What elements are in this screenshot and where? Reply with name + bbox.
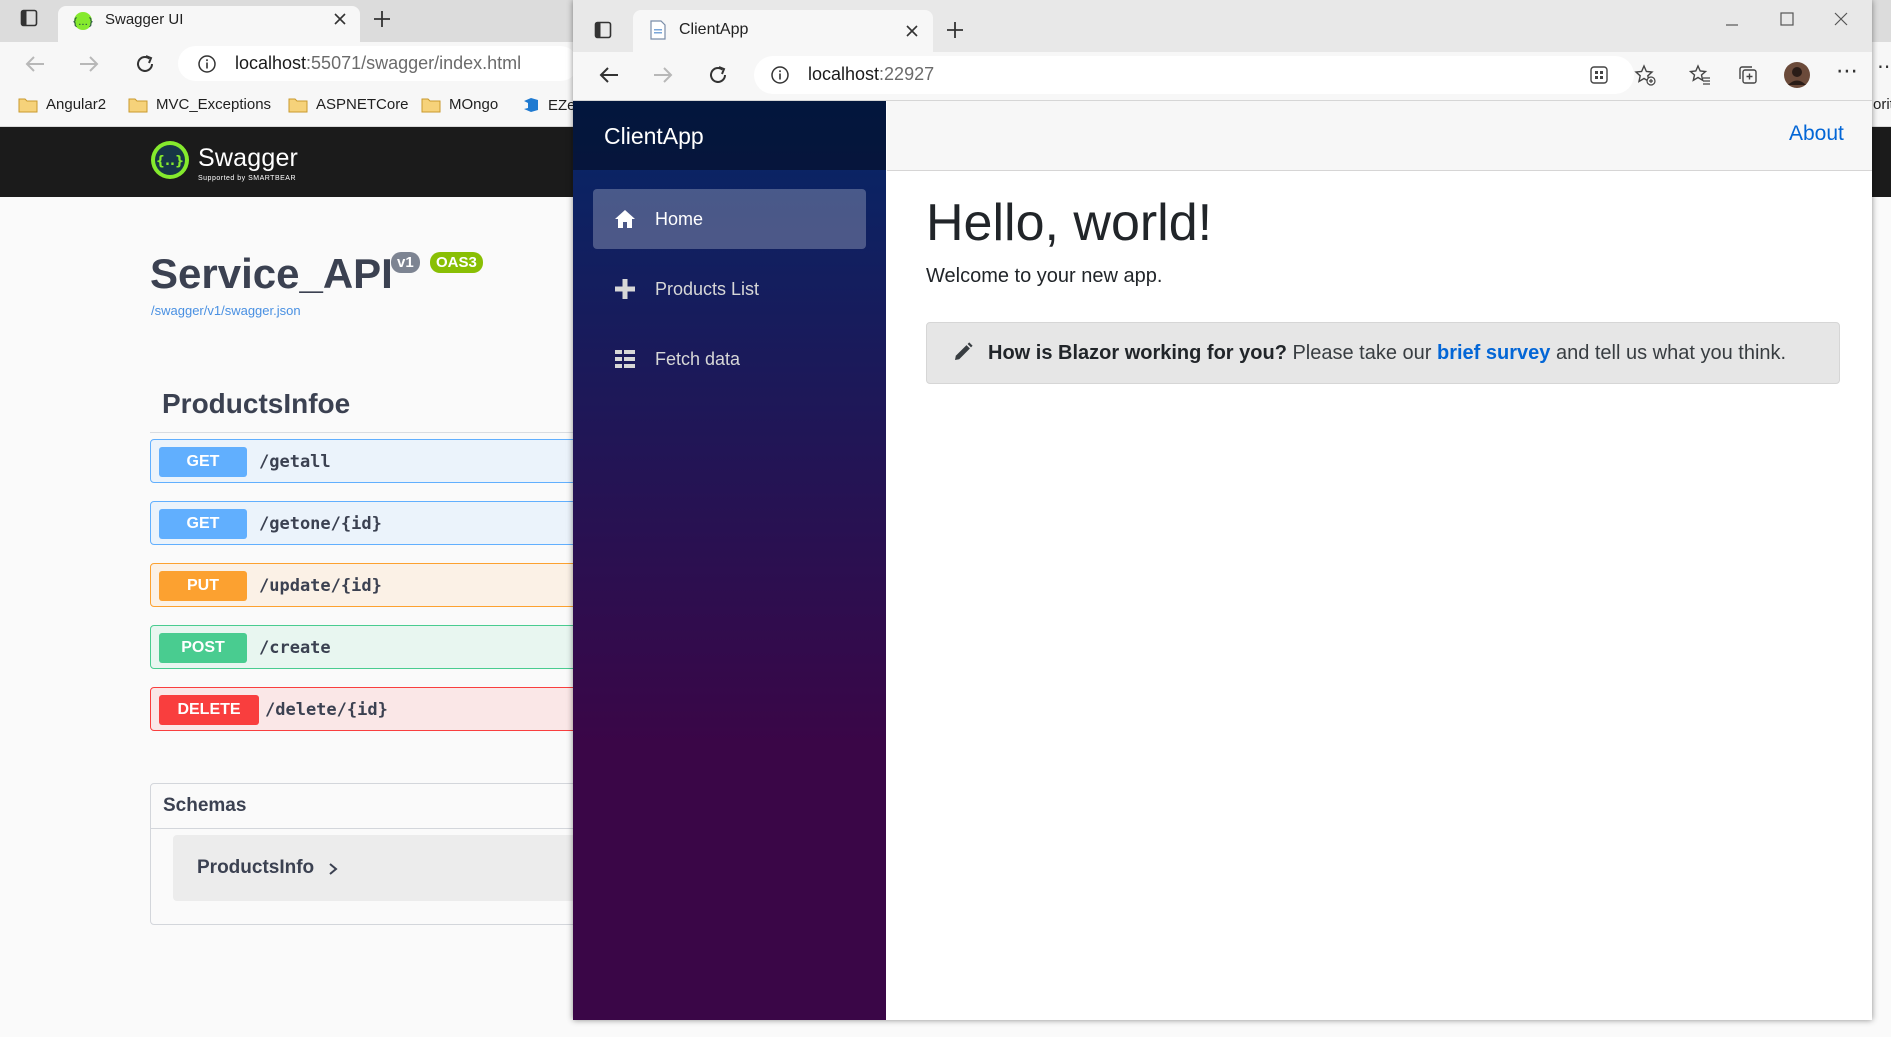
bookmark-mvc-exceptions[interactable]: MVC_Exceptions [128,96,271,113]
schemas-title[interactable]: Schemas [163,795,246,817]
api-title: Service_API [150,250,393,297]
welcome-text: Welcome to your new app. [926,265,1163,287]
bookmark-mongo[interactable]: MOngo [421,96,498,113]
bookmark-angular2[interactable]: Angular2 [18,96,106,113]
tab-swagger[interactable] [58,6,360,42]
back-icon[interactable] [24,54,46,74]
address-host: localhost [235,53,307,73]
forward-icon[interactable] [78,54,100,74]
profile-avatar[interactable] [1783,61,1811,89]
close-tab-icon[interactable] [333,12,347,26]
refresh-icon[interactable] [134,53,156,75]
new-tab-icon[interactable] [372,9,392,29]
svg-text:{..}: {..} [156,154,184,169]
bookmark-eze[interactable]: EZe [522,96,576,114]
method-badge: GET [159,447,247,477]
refresh-icon[interactable] [707,64,729,86]
address-url[interactable]: localhost:22927 [808,64,934,85]
oas-badge: OAS3 [430,252,483,273]
clientapp-browser-window: ClientApp localhost:22927 ⋯ ClientApp Ho… [573,0,1872,1020]
tab-title: Swagger UI [105,11,184,28]
site-info-icon[interactable] [770,65,790,85]
favorites-icon[interactable] [1689,64,1711,86]
nav-label: Fetch data [655,348,741,369]
brief-survey-link[interactable]: brief survey [1437,342,1550,364]
folder-icon [128,98,148,112]
pencil-icon [953,342,973,362]
home-icon [615,210,635,228]
azure-devops-icon [524,98,538,112]
operation-put-update[interactable]: PUT /update/{id} [150,563,580,607]
spec-link[interactable]: /swagger/v1/swagger.json [151,303,301,318]
app-available-icon[interactable] [1589,65,1609,85]
swagger-brand: Swagger [198,144,299,172]
tab-actions-icon[interactable] [20,9,38,27]
schema-name[interactable]: ProductsInfo [197,857,314,879]
method-badge: GET [159,509,247,539]
address-host: localhost [808,64,880,84]
operation-path: /getone/{id} [259,514,382,534]
operation-path: /create [259,638,331,658]
tab-actions-icon[interactable] [594,21,612,39]
chevron-right-icon[interactable] [327,862,339,876]
operation-path: /getall [259,452,331,472]
favorites-overflow-text: orite [1873,96,1891,113]
list-icon [615,350,635,368]
method-badge: DELETE [159,695,259,725]
site-info-icon[interactable] [197,54,217,74]
address-path: :22927 [879,64,935,84]
operation-post-create[interactable]: POST /create [150,625,580,669]
page-heading: Hello, world! [926,194,1213,252]
survey-post: and tell us what you think. [1550,342,1787,364]
nav-item-products-list[interactable]: Products List [593,259,866,319]
method-badge: PUT [159,571,247,601]
page-favicon-icon [649,20,667,40]
tag-group-title[interactable]: ProductsInfoe [162,388,350,420]
folder-icon [421,98,441,112]
operation-get-getone[interactable]: GET /getone/{id} [150,501,580,545]
tab-clientapp[interactable] [633,10,933,52]
new-tab-icon[interactable] [945,20,965,40]
nav-label: Products List [655,278,760,299]
nav-label: Home [655,208,704,229]
top-row [887,101,1872,171]
operation-get-getall[interactable]: GET /getall [150,439,580,483]
address-path: :55071/swagger/index.html [306,53,522,73]
forward-icon[interactable] [652,65,674,85]
schemas-divider [151,828,580,829]
swagger-logo-icon: {..} [150,140,190,180]
address-url[interactable]: localhost:55071/swagger/index.html [235,53,521,74]
survey-text: How is Blazor working for you? Please ta… [988,342,1786,365]
operation-path: /update/{id} [259,576,382,596]
operation-path: /delete/{id} [265,700,388,720]
close-tab-icon[interactable] [905,24,919,38]
settings-more-icon[interactable]: ⋯ [1836,58,1858,84]
nav-item-fetch-data[interactable]: Fetch data [593,329,866,389]
bookmark-aspnetcore[interactable]: ASPNETCore [288,96,409,113]
survey-pre: Please take our [1286,342,1437,364]
add-favorite-icon[interactable] [1634,64,1656,86]
app-brand[interactable]: ClientApp [604,123,704,150]
collections-icon[interactable] [1737,64,1759,86]
maximize-icon[interactable] [1780,12,1794,26]
swagger-favicon-icon: {...} [73,11,93,31]
plus-icon [615,279,635,299]
close-window-icon[interactable] [1834,12,1848,26]
tag-divider [150,432,580,433]
more-icon[interactable]: ⋯ [1877,54,1891,79]
version-badge: v1 [391,252,420,273]
tab-title: ClientApp [679,21,749,38]
swagger-brand-sub: Supported by SMARTBEAR [198,175,297,182]
minimize-icon[interactable] [1725,18,1739,32]
method-badge: POST [159,633,247,663]
survey-question: How is Blazor working for you? [988,342,1287,364]
svg-text:{...}: {...} [73,17,93,28]
folder-icon [18,98,38,112]
folder-icon [288,98,308,112]
about-link[interactable]: About [1789,122,1844,146]
back-icon[interactable] [598,65,620,85]
nav-item-home[interactable]: Home [593,189,866,249]
operation-delete-delete[interactable]: DELETE /delete/{id} [150,687,580,731]
